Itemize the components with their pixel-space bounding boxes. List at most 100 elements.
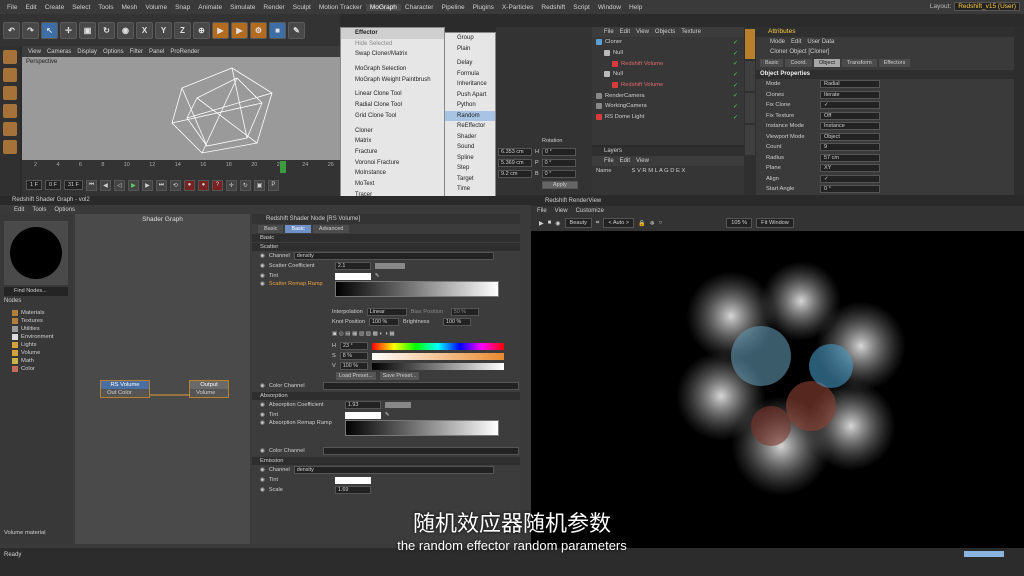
absorption-remap-ramp[interactable] (344, 420, 499, 436)
shader-menu-edit[interactable]: Edit (14, 207, 24, 213)
object-name[interactable]: Redshift Volume (621, 82, 663, 88)
eyedropper-icon-2[interactable]: ✎ (385, 412, 390, 418)
record-icon[interactable]: ● (183, 179, 195, 191)
menu-redshift[interactable]: Redshift (537, 4, 569, 11)
visibility-check-icon[interactable]: ✓ (733, 82, 738, 89)
tab-takes[interactable] (745, 61, 755, 91)
y-axis-icon[interactable]: Y (155, 21, 172, 39)
current-frame-field[interactable]: 1 F (26, 180, 42, 190)
node-category[interactable]: Utilities (4, 325, 68, 333)
find-nodes-input[interactable]: Find Nodes... (4, 287, 68, 296)
object-name[interactable]: RS Dome Light (605, 114, 644, 120)
eyedropper-icon[interactable]: ✎ (375, 273, 380, 279)
tab-content-browser[interactable] (745, 93, 755, 123)
effector-push-apart[interactable]: Push Apart (445, 90, 495, 101)
effector-python[interactable]: Python (445, 100, 495, 111)
menu-plugins[interactable]: Plugins (469, 4, 498, 11)
attr-field-instance-mode[interactable]: Instance (820, 122, 880, 131)
last-frame-icon[interactable]: ⏭ (155, 179, 167, 191)
snowflake-icon[interactable]: ❄ (650, 220, 655, 227)
key-position-icon[interactable]: ✛ (225, 179, 237, 191)
tab-objects[interactable] (745, 29, 755, 59)
om-menu-texture[interactable]: Texture (681, 29, 701, 35)
texture-mode-icon[interactable] (3, 68, 17, 82)
tab-structure[interactable] (745, 125, 755, 155)
menu-item-linear-clone-tool[interactable]: Linear Clone Tool (341, 89, 444, 100)
object-name[interactable]: Cloner (605, 39, 622, 45)
save-preset-button[interactable]: Save Preset... (379, 372, 420, 380)
attr-tab-object[interactable]: Object (813, 59, 840, 67)
fit-select[interactable]: Fit Window (756, 218, 794, 228)
scatter-channel-field[interactable]: density (293, 252, 494, 260)
visibility-check-icon[interactable]: ✓ (733, 60, 738, 67)
layers-menu-view[interactable]: View (636, 158, 649, 164)
rs-volume-node[interactable]: RS Volume Out Color (100, 380, 150, 398)
out-color-port[interactable]: Out Color (101, 389, 149, 397)
menu-window[interactable]: Window (594, 4, 625, 11)
scatter-color-channel-field[interactable] (322, 382, 519, 390)
first-frame-icon[interactable]: ⏮ (85, 179, 97, 191)
output-node[interactable]: Output Volume (189, 380, 229, 398)
object-row[interactable]: RenderCamera ✓ (592, 90, 744, 101)
menu-item-matrix[interactable]: Matrix (341, 136, 444, 147)
absorption-coef-slider[interactable] (384, 402, 411, 408)
menu-x-particles[interactable]: X-Particles (498, 4, 537, 11)
emission-tint-swatch[interactable] (334, 476, 371, 484)
attr-field-count[interactable]: 9 (820, 143, 880, 152)
render-view-icon[interactable]: ▶ (212, 21, 229, 39)
attr-field-plane[interactable]: XY (820, 164, 880, 173)
viewport-menu-display[interactable]: Display (77, 49, 97, 55)
end-frame-field[interactable]: 31 F (63, 180, 83, 190)
layers-menu-file[interactable]: File (604, 158, 614, 164)
effector-reeffector[interactable]: ReEffector (445, 121, 495, 132)
attr-menu-mode[interactable]: Mode (770, 39, 785, 45)
node-category[interactable]: Textures (4, 317, 68, 325)
attr-field-fix-texture[interactable]: Off (820, 111, 880, 120)
circle-icon[interactable]: ○ (659, 220, 663, 226)
om-menu-file[interactable]: File (604, 29, 614, 35)
recent-tool-icon[interactable]: ◉ (117, 21, 134, 39)
saturation-slider[interactable] (371, 352, 504, 360)
stop-render-icon[interactable]: ■ (548, 220, 552, 226)
volume-port[interactable]: Volume (190, 389, 228, 397)
redo-icon[interactable]: ↷ (22, 21, 39, 39)
hue-field[interactable]: 23 ° (340, 342, 369, 350)
effector-delay[interactable]: Delay (445, 58, 495, 69)
menu-tools[interactable]: Tools (94, 4, 117, 11)
node-category[interactable]: Environment (4, 333, 68, 341)
shader-graph-canvas[interactable]: Shader Graph RS Volume Out Color Output … (75, 214, 250, 544)
prev-key-icon[interactable]: ◀ (99, 179, 111, 191)
key-scale-icon[interactable]: ▣ (253, 179, 265, 191)
move-tool-icon[interactable]: ✛ (60, 21, 77, 39)
keyframe-icon[interactable]: ? (211, 179, 223, 191)
visibility-check-icon[interactable]: ✓ (733, 71, 738, 78)
wireframe-object[interactable] (162, 58, 282, 158)
crop-icon[interactable]: ⌗ (596, 220, 599, 227)
cube-icon[interactable]: ■ (269, 21, 286, 39)
points-mode-icon[interactable] (3, 86, 17, 100)
viewport[interactable]: View Cameras Display Options Filter Panel ProR… (22, 46, 340, 160)
attr-field-mode[interactable]: Radial (820, 80, 880, 89)
rotation-value-field[interactable]: 0 ° (541, 169, 576, 178)
absorption-color-channel-field[interactable] (322, 447, 519, 455)
menu-volume[interactable]: Volume (141, 4, 171, 11)
attr-field-fix-clone[interactable]: ✓ (820, 101, 880, 110)
attr-tab-transform[interactable]: Transform (841, 59, 877, 67)
value-slider[interactable] (371, 362, 504, 370)
autokey-icon[interactable]: ● (197, 179, 209, 191)
menu-item-radial-clone-tool[interactable]: Radial Clone Tool (341, 100, 444, 111)
effector-spline[interactable]: Spline (445, 153, 495, 164)
menu-item-fracture[interactable]: Fracture (341, 147, 444, 158)
menu-mograph[interactable]: MoGraph (365, 3, 401, 11)
pen-icon[interactable]: ✎ (288, 21, 305, 39)
rv-menu-file[interactable]: File (537, 208, 547, 214)
layers-menu-edit[interactable]: Edit (620, 158, 630, 164)
emission-channel-field[interactable]: density (293, 466, 494, 474)
prop-tab-basic[interactable]: Basic (285, 224, 311, 233)
viewport-menu-panel[interactable]: Panel (149, 49, 164, 55)
menu-mesh[interactable]: Mesh (117, 4, 141, 11)
object-row[interactable]: WorkingCamera ✓ (592, 101, 744, 112)
scatter-remap-ramp[interactable] (334, 281, 499, 297)
attr-menu-edit[interactable]: Edit (791, 39, 801, 45)
emission-scale-field[interactable]: 1.69 (334, 486, 371, 494)
